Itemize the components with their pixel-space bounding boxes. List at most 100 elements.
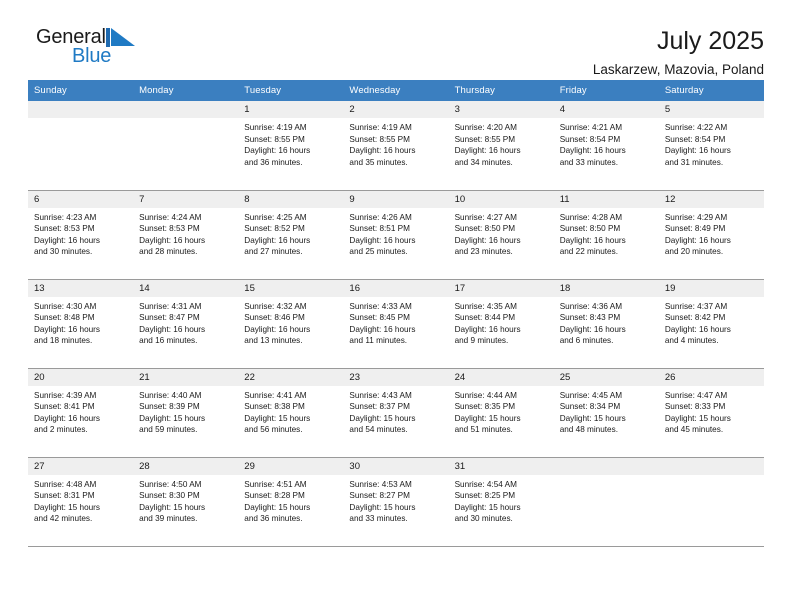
sunrise-text: Sunrise: 4:36 AM <box>559 301 623 311</box>
calendar-day-cell[interactable]: 24 Sunrise: 4:44 AM Sunset: 8:35 PM Dayligh… <box>448 368 554 458</box>
calendar-day-cell[interactable]: 19 Sunrise: 4:37 AM Sunset: 8:42 PM Dayligh… <box>658 279 764 369</box>
day-number: 26 <box>658 368 764 386</box>
calendar-day-cell[interactable]: 28 Sunrise: 4:50 AM Sunset: 8:30 PM Dayligh… <box>133 457 239 547</box>
sunset-text: Sunset: 8:34 PM <box>559 402 621 412</box>
daylight-text-line2: and 33 minutes. <box>559 157 618 167</box>
calendar-day-cell[interactable]: 13 Sunrise: 4:30 AM Sunset: 8:48 PM Dayligh… <box>28 279 134 369</box>
calendar-day-cell[interactable]: 26 Sunrise: 4:47 AM Sunset: 8:33 PM Dayligh… <box>658 368 764 458</box>
calendar-day-cell[interactable]: 25 Sunrise: 4:45 AM Sunset: 8:34 PM Dayligh… <box>553 368 659 458</box>
calendar-day-cell[interactable]: 23 Sunrise: 4:43 AM Sunset: 8:37 PM Dayligh… <box>343 368 449 458</box>
sunset-text: Sunset: 8:28 PM <box>244 491 305 501</box>
sunset-text: Sunset: 8:54 PM <box>664 134 726 144</box>
day-number: 18 <box>553 279 659 297</box>
daylight-text-line1: Daylight: 16 hours <box>139 235 206 245</box>
calendar-day-cell[interactable]: 29 Sunrise: 4:51 AM Sunset: 8:28 PM Dayligh… <box>238 457 344 547</box>
day-sun-info: Sunrise: 4:28 AM Sunset: 8:50 PM Daylight:… <box>554 208 659 258</box>
daylight-text-line2: and 4 minutes. <box>664 336 719 346</box>
calendar-day-cell[interactable]: 2 Sunrise: 4:19 AM Sunset: 8:55 PM Daylight… <box>343 101 449 191</box>
sunset-text: Sunset: 8:31 PM <box>34 491 95 501</box>
calendar-page: General Blue July 2025 Laskarzew, Mazovi… <box>0 0 792 612</box>
calendar-day-cell[interactable]: 20 Sunrise: 4:39 AM Sunset: 8:41 PM Dayligh… <box>28 368 134 458</box>
calendar-day-cell[interactable]: 3 Sunrise: 4:20 AM Sunset: 8:55 PM Daylight… <box>448 101 554 191</box>
daylight-text-line1: Daylight: 15 hours <box>244 413 311 423</box>
sunset-text: Sunset: 8:52 PM <box>244 224 305 234</box>
sunrise-text: Sunrise: 4:53 AM <box>349 479 412 489</box>
sunset-text: Sunset: 8:38 PM <box>244 402 305 412</box>
daylight-text-line2: and 36 minutes. <box>244 157 303 167</box>
day-number: 17 <box>448 279 554 297</box>
sunrise-text: Sunrise: 4:19 AM <box>349 123 412 132</box>
day-sun-info: Sunrise: 4:21 AM Sunset: 8:54 PM Daylight:… <box>554 118 659 168</box>
day-sun-info: Sunrise: 4:51 AM Sunset: 8:28 PM Daylight:… <box>238 475 343 525</box>
sunset-text: Sunset: 8:30 PM <box>139 491 200 501</box>
sunset-text: Sunset: 8:51 PM <box>349 224 410 234</box>
day-number: 16 <box>343 279 449 297</box>
calendar-day-cell[interactable]: 22 Sunrise: 4:41 AM Sunset: 8:38 PM Dayligh… <box>238 368 344 458</box>
calendar-day-cell[interactable]: 14 Sunrise: 4:31 AM Sunset: 8:47 PM Dayligh… <box>133 279 239 369</box>
sunset-text: Sunset: 8:53 PM <box>34 224 95 234</box>
sunset-text: Sunset: 8:50 PM <box>559 224 621 234</box>
general-blue-logo[interactable]: General Blue <box>28 24 178 70</box>
day-number: 28 <box>133 457 239 475</box>
day-number: 3 <box>448 101 554 118</box>
weekday-header-friday: Friday <box>553 80 659 101</box>
calendar-week-row: 20 Sunrise: 4:39 AM Sunset: 8:41 PM Dayligh… <box>28 368 764 458</box>
calendar-day-cell[interactable]: 4 Sunrise: 4:21 AM Sunset: 8:54 PM Daylight… <box>553 101 659 191</box>
calendar-day-cell[interactable]: 6 Sunrise: 4:23 AM Sunset: 8:53 PM Daylight… <box>28 190 134 280</box>
daylight-text-line1: Daylight: 16 hours <box>559 146 626 156</box>
calendar-day-cell[interactable]: 10 Sunrise: 4:27 AM Sunset: 8:50 PM Dayligh… <box>448 190 554 280</box>
calendar-day-cell[interactable]: 8 Sunrise: 4:25 AM Sunset: 8:52 PM Daylight… <box>238 190 344 280</box>
daylight-text-line1: Daylight: 15 hours <box>454 413 521 423</box>
sunrise-text: Sunrise: 4:40 AM <box>139 390 202 400</box>
calendar-day-cell[interactable]: 7 Sunrise: 4:24 AM Sunset: 8:53 PM Daylight… <box>133 190 239 280</box>
sunset-text: Sunset: 8:44 PM <box>454 313 516 323</box>
sunrise-text: Sunrise: 4:31 AM <box>139 301 202 311</box>
daylight-text-line2: and 31 minutes. <box>664 157 724 167</box>
sunrise-text: Sunrise: 4:20 AM <box>454 123 517 132</box>
calendar-day-cell[interactable]: 15 Sunrise: 4:32 AM Sunset: 8:46 PM Dayligh… <box>238 279 344 369</box>
day-number: 31 <box>448 457 554 475</box>
day-sun-info: Sunrise: 4:37 AM Sunset: 8:42 PM Daylight:… <box>659 297 764 347</box>
calendar-day-cell[interactable]: 21 Sunrise: 4:40 AM Sunset: 8:39 PM Dayligh… <box>133 368 239 458</box>
sunrise-text: Sunrise: 4:33 AM <box>349 301 412 311</box>
calendar-day-cell[interactable]: 16 Sunrise: 4:33 AM Sunset: 8:45 PM Dayligh… <box>343 279 449 369</box>
calendar-day-cell[interactable]: 1 Sunrise: 4:19 AM Sunset: 8:55 PM Daylight… <box>238 101 344 191</box>
day-number: 30 <box>343 457 449 475</box>
daylight-text-line2: and 28 minutes. <box>139 247 198 257</box>
daylight-text-line1: Daylight: 15 hours <box>664 413 731 423</box>
sunrise-text: Sunrise: 4:39 AM <box>34 390 97 400</box>
calendar-day-cell[interactable]: 18 Sunrise: 4:36 AM Sunset: 8:43 PM Dayligh… <box>553 279 659 369</box>
day-sun-info: Sunrise: 4:20 AM Sunset: 8:55 PM Daylight:… <box>449 118 554 168</box>
calendar-day-cell[interactable]: 27 Sunrise: 4:48 AM Sunset: 8:31 PM Dayligh… <box>28 457 134 547</box>
daylight-text-line2: and 48 minutes. <box>559 425 618 435</box>
sunrise-text: Sunrise: 4:27 AM <box>454 212 517 222</box>
sunrise-text: Sunrise: 4:29 AM <box>664 212 728 222</box>
sunset-text: Sunset: 8:46 PM <box>244 313 305 323</box>
calendar-day-cell[interactable]: 9 Sunrise: 4:26 AM Sunset: 8:51 PM Daylight… <box>343 190 449 280</box>
daylight-text-line1: Daylight: 16 hours <box>664 146 731 156</box>
calendar-day-cell[interactable]: 11 Sunrise: 4:28 AM Sunset: 8:50 PM Dayligh… <box>553 190 659 280</box>
day-number: 4 <box>553 101 659 118</box>
calendar-day-cell[interactable]: 5 Sunrise: 4:22 AM Sunset: 8:54 PM Daylight… <box>658 101 764 191</box>
calendar-day-cell[interactable]: 30 Sunrise: 4:53 AM Sunset: 8:27 PM Dayligh… <box>343 457 449 547</box>
day-sun-info: Sunrise: 4:54 AM Sunset: 8:25 PM Daylight:… <box>449 475 554 525</box>
day-sun-info: Sunrise: 4:50 AM Sunset: 8:30 PM Daylight:… <box>133 475 238 525</box>
weekday-header-tuesday: Tuesday <box>238 80 344 101</box>
daylight-text-line2: and 22 minutes. <box>559 247 618 257</box>
sunset-text: Sunset: 8:55 PM <box>349 134 410 144</box>
sunset-text: Sunset: 8:37 PM <box>349 402 410 412</box>
daylight-text-line2: and 42 minutes. <box>34 514 93 524</box>
daylight-text-line2: and 13 minutes. <box>244 336 303 346</box>
logo-text-blue: Blue <box>72 45 112 67</box>
sunset-text: Sunset: 8:27 PM <box>349 491 410 501</box>
sunset-text: Sunset: 8:35 PM <box>454 402 516 412</box>
sunrise-text: Sunrise: 4:37 AM <box>664 301 728 311</box>
calendar-day-cell[interactable]: 17 Sunrise: 4:35 AM Sunset: 8:44 PM Dayligh… <box>448 279 554 369</box>
daylight-text-line1: Daylight: 16 hours <box>34 413 100 423</box>
daylight-text-line1: Daylight: 15 hours <box>244 502 311 512</box>
day-number <box>28 101 134 118</box>
calendar-day-cell[interactable]: 31 Sunrise: 4:54 AM Sunset: 8:25 PM Dayligh… <box>448 457 554 547</box>
day-number: 5 <box>658 101 764 118</box>
calendar-day-cell[interactable]: 12 Sunrise: 4:29 AM Sunset: 8:49 PM Dayligh… <box>658 190 764 280</box>
day-number: 2 <box>343 101 449 118</box>
